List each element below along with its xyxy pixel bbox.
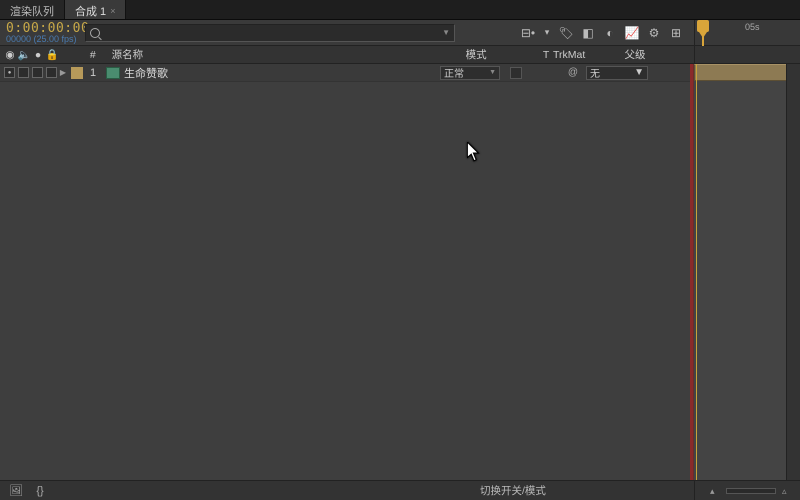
ruler-tick-label: 05s (745, 22, 760, 32)
time-ruler[interactable]: 05s (694, 20, 800, 45)
parent-dropdown[interactable]: 无 ▼ (586, 66, 648, 80)
cti-line (696, 64, 697, 480)
timeline-header: 0:00:00:00 00000 (25.00 fps) ▼ ⊟• ▾ 🏷 ◧ … (0, 20, 800, 46)
lock-toggle[interactable] (46, 67, 57, 78)
layer-duration-bar[interactable] (694, 64, 800, 81)
zoom-out-icon[interactable]: ▴ (710, 486, 720, 496)
pickwhip-icon[interactable]: @ (566, 66, 580, 80)
close-icon[interactable]: × (110, 6, 115, 16)
frame-blend-icon[interactable]: ◧ (578, 24, 598, 42)
motion-blur-icon[interactable]: ◐ (600, 24, 620, 42)
tab-label: 渲染队列 (10, 3, 54, 19)
timeline-tool-icons: ⊟• ▾ 🏷 ◧ ◐ 📈 ⚙ ⊞ (518, 24, 694, 42)
speaker-icon: 🔈 (18, 49, 30, 61)
expand-icon[interactable]: ⊞ (666, 24, 686, 42)
current-time-indicator[interactable] (697, 20, 709, 46)
lock-icon: 🔒 (46, 49, 58, 61)
search-input[interactable] (103, 27, 438, 39)
parent-header[interactable]: 父级 (625, 47, 695, 62)
draft-3d-icon[interactable]: ▾ (540, 24, 554, 42)
zoom-slider[interactable] (726, 488, 776, 494)
layer-list[interactable]: ▶ 1 生命赞歌 正常 ▼ @ 无 ▼ (0, 64, 694, 480)
vertical-scrollbar[interactable] (786, 64, 800, 480)
toggle-modes-icon[interactable]: {} (32, 484, 48, 498)
fps-label: 00000 (25.00 fps) (6, 35, 85, 44)
tab-composition-1[interactable]: 合成 1 × (65, 0, 126, 19)
layer-row[interactable]: ▶ 1 生命赞歌 正常 ▼ @ 无 ▼ (0, 64, 693, 82)
timeline-footer: 🖼 {} 切换开关/模式 ▴ ▵ (0, 480, 800, 500)
layer-index: 1 (86, 67, 100, 79)
blend-mode-dropdown[interactable]: 正常 ▼ (440, 66, 500, 80)
column-headers: ◉ 🔈 ● 🔒 # 源名称 模式 T TrkMat 父级 (0, 46, 800, 64)
tab-label: 合成 1 (75, 3, 106, 19)
shy-layers-icon[interactable]: 🏷 (556, 24, 576, 42)
label-color[interactable] (71, 67, 83, 79)
chevron-down-icon[interactable]: ▼ (442, 28, 450, 37)
brainstorm-icon[interactable]: ⚙ (644, 24, 664, 42)
graph-editor-icon[interactable]: 📈 (622, 24, 642, 42)
zoom-in-icon[interactable]: ▵ (782, 486, 792, 496)
timecode-value: 0:00:00:00 (6, 22, 85, 35)
solo-icon: ● (32, 49, 44, 61)
t-header[interactable]: T (539, 49, 553, 61)
chevron-down-icon: ▼ (634, 67, 644, 78)
av-features-header: ◉ 🔈 ● 🔒 (0, 49, 58, 61)
twirl-icon[interactable]: ▶ (58, 68, 68, 77)
mode-header[interactable]: 模式 (466, 47, 539, 62)
timeline-body: ▶ 1 生命赞歌 正常 ▼ @ 无 ▼ (0, 64, 800, 480)
blend-mode-value: 正常 (444, 65, 464, 80)
visibility-toggle[interactable] (4, 67, 15, 78)
eye-icon: ◉ (4, 49, 16, 61)
audio-toggle[interactable] (18, 67, 29, 78)
comp-flowchart-icon[interactable]: ⊟• (518, 24, 538, 42)
index-header[interactable]: # (78, 49, 108, 61)
layer-type-icon (106, 67, 120, 79)
trkmat-header[interactable]: TrkMat (553, 49, 607, 61)
preserve-transparency-toggle[interactable] (510, 67, 522, 79)
tab-render-queue[interactable]: 渲染队列 (0, 0, 65, 19)
toggle-switches-icon[interactable]: 🖼 (8, 484, 24, 498)
source-name-header[interactable]: 源名称 (108, 47, 466, 62)
solo-toggle[interactable] (32, 67, 43, 78)
parent-value: 无 (590, 65, 600, 80)
layer-name[interactable]: 生命赞歌 (124, 65, 440, 81)
panel-tabs: 渲染队列 合成 1 × (0, 0, 800, 20)
timeline-tracks[interactable] (694, 64, 800, 480)
current-time[interactable]: 0:00:00:00 00000 (25.00 fps) (0, 22, 85, 44)
toggle-switches-label[interactable]: 切换开关/模式 (480, 483, 546, 498)
search-icon (90, 28, 100, 38)
layer-search[interactable]: ▼ (85, 24, 455, 42)
chevron-down-icon: ▼ (489, 69, 496, 76)
